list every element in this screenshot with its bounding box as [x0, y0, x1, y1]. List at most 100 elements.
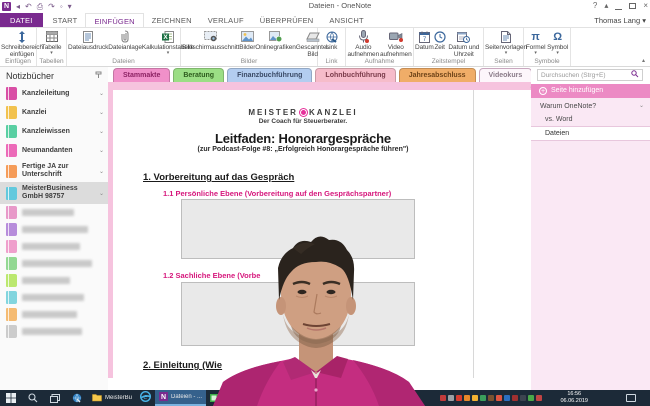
chevron-down-icon[interactable]: ⌄: [99, 190, 104, 197]
forward-circle-icon[interactable]: ◦: [60, 1, 63, 12]
tray-icon[interactable]: [528, 395, 534, 401]
chevron-down-icon[interactable]: ⌄: [99, 128, 104, 135]
notebook-item-blurred[interactable]: [0, 238, 108, 255]
ribbon-tab-zeichnen[interactable]: ZEICHNEN: [144, 13, 200, 27]
tray-icon[interactable]: [464, 395, 470, 401]
tray-icon[interactable]: [472, 395, 478, 401]
ribbon-button-dateiausdruck[interactable]: Dateiausdruck: [68, 29, 108, 51]
tray-icon[interactable]: [536, 395, 542, 401]
chevron-down-icon[interactable]: ⌄: [639, 100, 644, 113]
page-canvas[interactable]: MEISTER KANZLEI Der Coach für Steuerberat…: [113, 90, 531, 378]
section-tab-stammakte[interactable]: Stammakte: [113, 68, 171, 83]
restore-button[interactable]: [629, 3, 637, 9]
minimize-button[interactable]: [615, 8, 623, 10]
page-item-warum-onenote-[interactable]: Warum OneNote? ⌄: [531, 100, 650, 113]
qat-dropdown-icon[interactable]: ▾: [68, 1, 72, 12]
notebook-item[interactable]: MeisterBusiness GmbH 98757 ⌄: [0, 182, 108, 204]
notebook-item-blurred[interactable]: [0, 323, 108, 340]
taskbar-task[interactable]: [206, 390, 222, 406]
taskbar-search-icon[interactable]: [22, 390, 44, 406]
section-tab-lohnbuchführung[interactable]: Lohnbuchführung: [315, 68, 396, 83]
ribbon-button-seitenvorlagen[interactable]: Seitenvorlagen ▾: [485, 29, 527, 56]
tray-icon[interactable]: [440, 395, 446, 401]
print-icon[interactable]: ⎙: [37, 1, 43, 12]
ribbon-tab-verlauf[interactable]: VERLAUF: [200, 13, 252, 27]
taskbar-clock[interactable]: 16:56 06.06.2019: [560, 391, 588, 405]
taskbar-task[interactable]: Leitfaden_...: [222, 390, 263, 406]
ribbon-button-onlinegrafiken[interactable]: Onlinegrafiken: [255, 29, 296, 51]
ribbon-button-symbol[interactable]: Ω Symbol ▾: [547, 29, 568, 56]
tray-icon[interactable]: [504, 395, 510, 401]
notebook-item-blurred[interactable]: [0, 221, 108, 238]
notebook-item-blurred[interactable]: [0, 272, 108, 289]
collapse-ribbon-icon[interactable]: ▴: [642, 57, 645, 64]
ribbon-button-video-aufnehmen[interactable]: Video aufnehmen: [380, 29, 412, 58]
section-tab-jahresabschluss[interactable]: Jahresabschluss: [398, 68, 476, 83]
undo-icon[interactable]: ↶: [25, 1, 32, 12]
page-item-dateien[interactable]: Dateien: [531, 126, 650, 141]
section-tab-finanzbuchführung[interactable]: Finanzbuchführung: [227, 68, 313, 83]
ribbon-button-datum-und-uhrzeit[interactable]: Datum und Uhrzeit: [446, 29, 482, 58]
start-icon[interactable]: [0, 390, 22, 406]
heading-2: 2. Einleitung (Wie: [143, 360, 223, 371]
section-tab-videokurs[interactable]: Videokurs: [478, 68, 533, 83]
page-item-vs-word[interactable]: vs. Word: [531, 113, 650, 126]
pin-icon[interactable]: [95, 71, 102, 81]
notebook-item[interactable]: Neumandanten ⌄: [0, 141, 108, 160]
taskbar-task[interactable]: MeisterBu: [88, 390, 136, 406]
search-icon[interactable]: [631, 70, 639, 80]
notebook-item[interactable]: Kanzlei ⌄: [0, 103, 108, 122]
taskbar-task[interactable]: N Dateien - ...: [155, 390, 207, 406]
ribbon-button-bilder[interactable]: Bilder: [239, 29, 255, 51]
help-button[interactable]: ?: [593, 0, 597, 12]
content-placeholder-box-1[interactable]: [181, 199, 415, 259]
window-controls: ? ▴ ×: [593, 0, 648, 12]
taskbar-task[interactable]: e: [136, 390, 155, 406]
close-button[interactable]: ×: [643, 0, 648, 12]
date-icon: 7: [418, 30, 430, 43]
ribbon-button-link[interactable]: Link: [326, 29, 338, 51]
ribbon-button-datum[interactable]: 7 Datum: [415, 29, 434, 51]
notebook-item-blurred[interactable]: [0, 204, 108, 221]
ribbon-tab-einfügen[interactable]: EINFÜGEN: [85, 13, 144, 27]
action-center-icon[interactable]: [626, 394, 636, 402]
redo-icon[interactable]: ↷: [48, 1, 55, 12]
tray-icon[interactable]: [456, 395, 462, 401]
chevron-down-icon[interactable]: ⌄: [99, 168, 104, 175]
network-globe-icon[interactable]: [66, 390, 88, 406]
notebook-item-blurred[interactable]: [0, 289, 108, 306]
tray-icon[interactable]: [496, 395, 502, 401]
notebook-item-blurred[interactable]: [0, 255, 108, 272]
ribbon-tab-überprüfen[interactable]: ÜBERPRÜFEN: [252, 13, 322, 27]
tray-icon[interactable]: [520, 395, 526, 401]
tray-icon[interactable]: [488, 395, 494, 401]
chevron-down-icon[interactable]: ⌄: [99, 147, 104, 154]
section-tab-beratung[interactable]: Beratung: [173, 68, 225, 83]
tray-icon[interactable]: [480, 395, 486, 401]
notebook-item[interactable]: Kanzleileitung ⌄: [0, 84, 108, 103]
tray-icon[interactable]: [512, 395, 518, 401]
content-placeholder-box-2[interactable]: [181, 282, 415, 346]
ribbon-button-audio-aufnehmen[interactable]: Audio aufnehmen: [347, 29, 380, 58]
chevron-down-icon[interactable]: ⌄: [99, 109, 104, 116]
ribbon-button-formel[interactable]: π Formel ▾: [526, 29, 546, 56]
task-view-icon[interactable]: [44, 390, 66, 406]
notebook-item-blurred[interactable]: [0, 306, 108, 323]
chevron-down-icon[interactable]: ⌄: [99, 90, 104, 97]
tray-icon[interactable]: [448, 395, 454, 401]
back-circle-icon[interactable]: ◂: [16, 1, 20, 12]
datetime-icon: [457, 30, 471, 43]
notebook-item[interactable]: Fertige JA zur Unterschrift ⌄: [0, 160, 108, 182]
notebook-item[interactable]: Kanzleiwissen ⌄: [0, 122, 108, 141]
add-page-button[interactable]: + Seite hinzufügen: [531, 84, 650, 98]
account-name[interactable]: Thomas Lang ▾: [594, 13, 646, 28]
ribbon-button-dateianlage[interactable]: Dateianlage: [108, 29, 142, 51]
ribbon-button-tabelle[interactable]: Tabelle ▾: [42, 29, 62, 56]
ribbon-tab-datei[interactable]: DATEI: [0, 13, 43, 27]
ribbon-button-bildschirmausschnitt[interactable]: Bildschirmausschnitt: [182, 29, 239, 51]
ribbon-tab-ansicht[interactable]: ANSICHT: [321, 13, 371, 27]
ribbon-tab-start[interactable]: START: [45, 13, 86, 27]
search-input[interactable]: Durchsuchen (Strg+E): [537, 69, 643, 81]
ribbon-options-button[interactable]: ▴: [604, 0, 608, 12]
ribbon-button-zeit[interactable]: Zeit: [434, 29, 446, 51]
